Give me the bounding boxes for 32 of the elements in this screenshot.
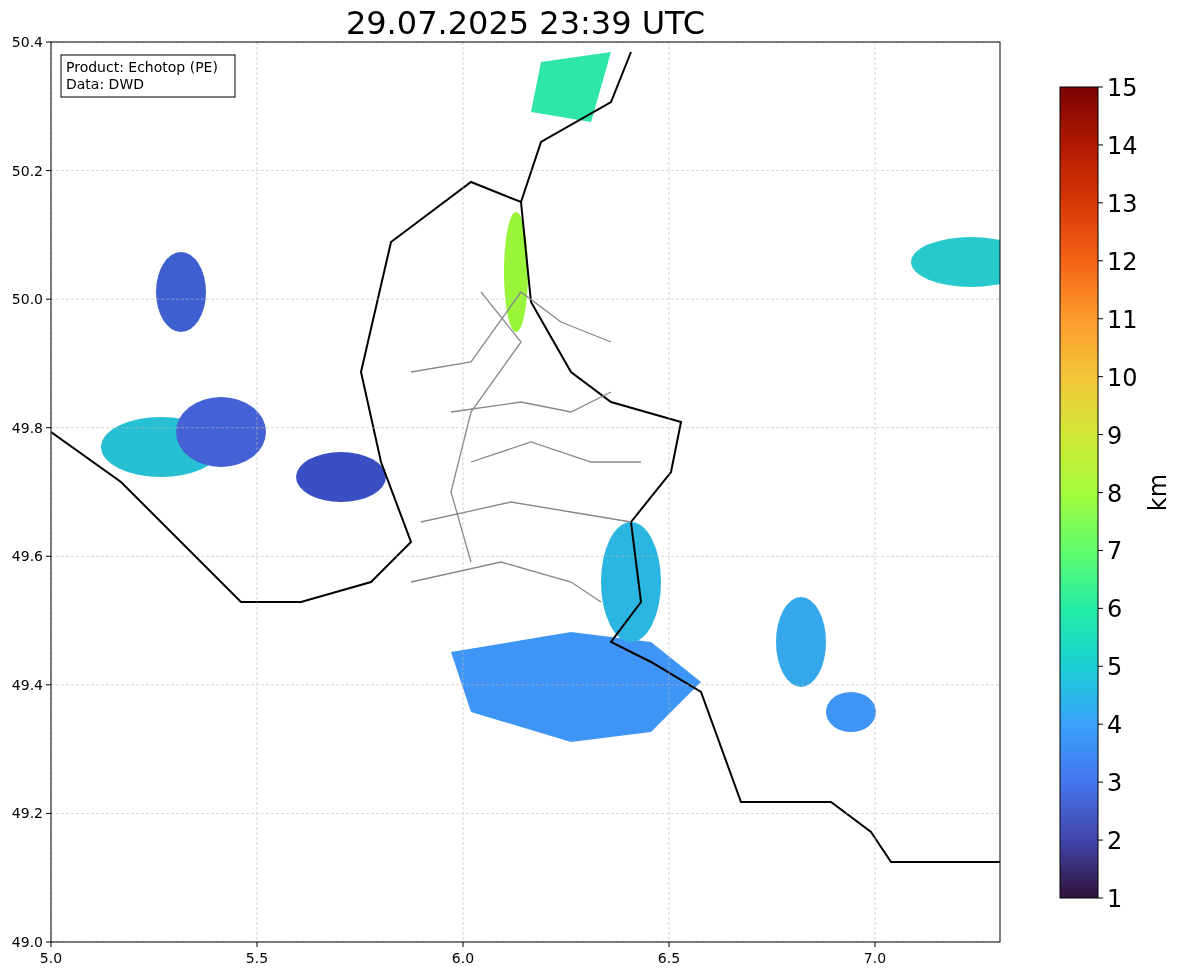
- y-tick-label: 50.2: [11, 162, 43, 179]
- colorbar-tick-label: 14: [1107, 131, 1138, 160]
- colorbar-tick-label: 8: [1107, 479, 1123, 508]
- colorbar-tick-label: 5: [1107, 653, 1123, 682]
- y-tick-label: 50.0: [11, 291, 43, 308]
- y-tick-label: 50.4: [11, 34, 43, 50]
- colorbar-tick-label: 2: [1107, 827, 1123, 856]
- y-tick-label: 49.4: [11, 676, 43, 693]
- colorbar-tick-label: 7: [1107, 537, 1123, 566]
- colorbar-tick-label: 11: [1107, 305, 1138, 334]
- colorbar-tick-label: 4: [1107, 711, 1123, 740]
- y-tick-label: 49.0: [11, 934, 43, 950]
- colorbar-tick-label: 6: [1107, 595, 1123, 624]
- colorbar-tick-label: 15: [1107, 74, 1138, 102]
- colorbar-tick-label: 9: [1107, 421, 1123, 450]
- colorbar-tick-label: 12: [1107, 247, 1138, 276]
- y-tick-label: 49.6: [11, 548, 43, 565]
- chart-title: 29.07.2025 23:39 UTC: [345, 4, 706, 42]
- x-tick-label: 6.5: [657, 950, 681, 966]
- colorbar-tick-label: 10: [1107, 363, 1138, 392]
- colorbar-tick-label: 13: [1107, 189, 1138, 218]
- colorbar-tick-label: 3: [1107, 769, 1123, 798]
- x-tick-label: 7.0: [863, 950, 887, 966]
- x-tick-label: 5.5: [245, 950, 269, 966]
- colorbar-label: km: [1144, 473, 1172, 512]
- legend-text: Data: DWD: [66, 76, 144, 92]
- colorbar-tick-label: 1: [1107, 885, 1123, 913]
- x-tick-label: 6.0: [451, 950, 475, 966]
- y-tick-label: 49.8: [11, 419, 43, 436]
- x-tick-label: 5.0: [39, 950, 63, 966]
- y-tick-label: 49.2: [11, 805, 43, 822]
- legend-text: Product: Echotop (PE): [66, 59, 218, 75]
